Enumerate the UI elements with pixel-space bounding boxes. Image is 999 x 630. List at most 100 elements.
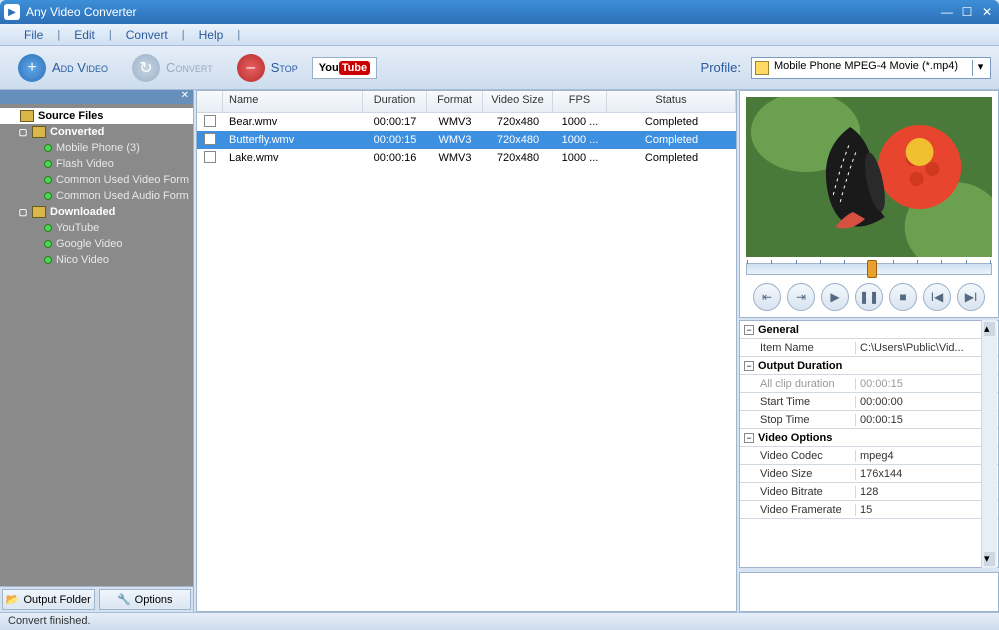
- mark-out-button[interactable]: ⇥: [787, 283, 815, 311]
- folder-icon: [32, 206, 46, 218]
- folder-icon: 📂: [6, 593, 20, 606]
- maximize-button[interactable]: ☐: [959, 5, 975, 19]
- table-row[interactable]: Bear.wmv00:00:17WMV3720x4801000 ...Compl…: [197, 113, 736, 131]
- prop-section[interactable]: −Output Duration: [740, 360, 842, 372]
- cell-status: Completed: [607, 134, 736, 146]
- prev-button[interactable]: I◀: [923, 283, 951, 311]
- file-list: Name Duration Format Video Size FPS Stat…: [196, 90, 737, 612]
- stop-playback-button[interactable]: ■: [889, 283, 917, 311]
- convert-button[interactable]: ↻Convert: [122, 50, 223, 86]
- title-bar: ▶ Any Video Converter — ☐ ✕: [0, 0, 999, 24]
- prop-row[interactable]: All clip duration00:00:15: [740, 375, 998, 393]
- tree-nico-video[interactable]: Nico Video: [0, 252, 193, 268]
- prop-row[interactable]: Item NameC:\Users\Public\Vid...: [740, 339, 998, 357]
- profile-label: Profile:: [701, 60, 741, 75]
- window-title: Any Video Converter: [26, 5, 939, 19]
- row-checkbox[interactable]: [204, 151, 216, 163]
- slider-thumb[interactable]: [867, 260, 877, 278]
- mark-in-button[interactable]: ⇤: [753, 283, 781, 311]
- tree-converted[interactable]: ▢Converted: [0, 124, 193, 140]
- preview-slider[interactable]: [746, 263, 992, 275]
- tree-common-audio[interactable]: Common Used Audio Form: [0, 188, 193, 204]
- col-duration[interactable]: Duration: [363, 91, 427, 112]
- toolbar: +Add Video ↻Convert –Stop YouTube Profil…: [0, 46, 999, 90]
- scrollbar[interactable]: ▴▾: [981, 320, 997, 568]
- col-checkbox[interactable]: [197, 91, 223, 112]
- menu-file[interactable]: File: [10, 28, 57, 42]
- prop-row[interactable]: Video Bitrate128: [740, 483, 998, 501]
- prop-section[interactable]: −General: [740, 324, 799, 336]
- prop-key: Video Codec: [740, 450, 855, 462]
- cell-fps: 1000 ...: [553, 116, 607, 128]
- prop-row[interactable]: Video Size176x144: [740, 465, 998, 483]
- preview-panel: ⇤ ⇥ ▶ ❚❚ ■ I◀ ▶I: [739, 90, 999, 318]
- play-button[interactable]: ▶: [821, 283, 849, 311]
- col-videosize[interactable]: Video Size: [483, 91, 553, 112]
- menu-bar: File| Edit| Convert| Help|: [0, 24, 999, 46]
- cell-format: WMV3: [427, 116, 483, 128]
- dot-icon: [44, 176, 52, 184]
- tree-common-video[interactable]: Common Used Video Form: [0, 172, 193, 188]
- prop-row[interactable]: Stop Time00:00:15: [740, 411, 998, 429]
- prop-value[interactable]: 128: [855, 486, 998, 498]
- output-folder-button[interactable]: 📂Output Folder: [2, 589, 95, 610]
- prop-row[interactable]: Video Codecmpeg4: [740, 447, 998, 465]
- tree-downloaded[interactable]: ▢Downloaded: [0, 204, 193, 220]
- next-button[interactable]: ▶I: [957, 283, 985, 311]
- preview-image: [746, 97, 992, 257]
- tree-youtube[interactable]: YouTube: [0, 220, 193, 236]
- prop-value[interactable]: mpeg4: [855, 450, 998, 462]
- source-tree: Source Files ▢Converted Mobile Phone (3)…: [0, 104, 193, 586]
- dot-icon: [44, 192, 52, 200]
- cell-size: 720x480: [483, 152, 553, 164]
- cell-format: WMV3: [427, 152, 483, 164]
- add-video-button[interactable]: +Add Video: [8, 50, 118, 86]
- row-checkbox[interactable]: [204, 133, 216, 145]
- menu-convert[interactable]: Convert: [112, 28, 182, 42]
- prop-row[interactable]: Start Time00:00:00: [740, 393, 998, 411]
- notes-panel: [739, 572, 999, 612]
- prop-key: Video Bitrate: [740, 486, 855, 498]
- tree-mobile-phone[interactable]: Mobile Phone (3): [0, 140, 193, 156]
- col-fps[interactable]: FPS: [553, 91, 607, 112]
- prop-key: Start Time: [740, 396, 855, 408]
- cell-duration: 00:00:17: [363, 116, 427, 128]
- col-name[interactable]: Name: [223, 91, 363, 112]
- status-bar: Convert finished.: [0, 612, 999, 630]
- col-status[interactable]: Status: [607, 91, 736, 112]
- prop-value[interactable]: C:\Users\Public\Vid...: [855, 342, 998, 354]
- cell-name: Bear.wmv: [223, 116, 363, 128]
- youtube-button[interactable]: YouTube: [312, 57, 377, 79]
- row-checkbox[interactable]: [204, 115, 216, 127]
- pause-button[interactable]: ❚❚: [855, 283, 883, 311]
- prop-section[interactable]: −Video Options: [740, 432, 832, 444]
- dot-icon: [44, 240, 52, 248]
- table-row[interactable]: Butterfly.wmv00:00:15WMV3720x4801000 ...…: [197, 131, 736, 149]
- prop-value[interactable]: 00:00:00: [855, 396, 998, 408]
- prop-value[interactable]: 00:00:15: [855, 414, 998, 426]
- cell-duration: 00:00:15: [363, 134, 427, 146]
- prop-key: Video Size: [740, 468, 855, 480]
- close-button[interactable]: ✕: [979, 5, 995, 19]
- profile-select[interactable]: Mobile Phone MPEG-4 Movie (*.mp4) ▾: [751, 57, 991, 79]
- properties-panel: −General Item NameC:\Users\Public\Vid... −…: [739, 320, 999, 568]
- minimize-button[interactable]: —: [939, 5, 955, 19]
- table-row[interactable]: Lake.wmv00:00:16WMV3720x4801000 ...Compl…: [197, 149, 736, 167]
- options-button[interactable]: 🔧Options: [99, 589, 192, 610]
- prop-value[interactable]: 176x144: [855, 468, 998, 480]
- tree-flash-video[interactable]: Flash Video: [0, 156, 193, 172]
- stop-button[interactable]: –Stop: [227, 50, 308, 86]
- table-header: Name Duration Format Video Size FPS Stat…: [197, 91, 736, 113]
- col-format[interactable]: Format: [427, 91, 483, 112]
- prop-value[interactable]: 15: [855, 504, 998, 516]
- stop-icon: –: [237, 54, 265, 82]
- cell-status: Completed: [607, 152, 736, 164]
- tree-google-video[interactable]: Google Video: [0, 236, 193, 252]
- sidebar-close[interactable]: ✕: [0, 90, 193, 104]
- menu-edit[interactable]: Edit: [60, 28, 109, 42]
- prop-value[interactable]: 00:00:15: [855, 378, 998, 390]
- tree-source-files[interactable]: Source Files: [0, 108, 193, 124]
- dot-icon: [44, 256, 52, 264]
- prop-row[interactable]: Video Framerate15: [740, 501, 998, 519]
- menu-help[interactable]: Help: [185, 28, 238, 42]
